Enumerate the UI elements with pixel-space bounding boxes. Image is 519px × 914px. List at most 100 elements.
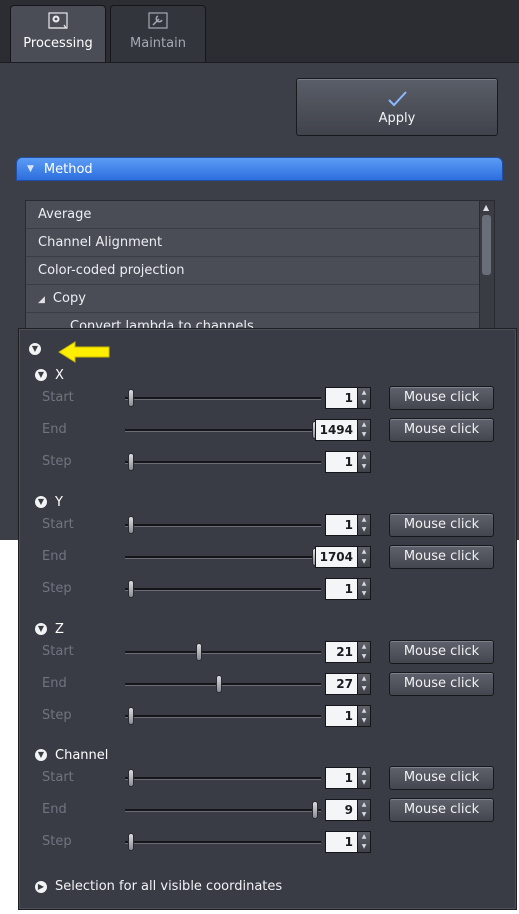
stepper-value[interactable]: 1704: [316, 547, 358, 567]
stepper-value[interactable]: 1: [326, 706, 358, 726]
slider-track: [125, 777, 321, 780]
slider-handle[interactable]: [216, 675, 223, 693]
slider-track: [125, 461, 321, 464]
stepper-value[interactable]: 1: [326, 768, 358, 788]
row-label: Step: [42, 454, 72, 469]
slider-y-step[interactable]: [125, 578, 321, 600]
row-label: End: [42, 676, 67, 691]
slider-handle[interactable]: [128, 833, 134, 851]
slider-y-end[interactable]: [125, 546, 321, 568]
list-item[interactable]: Channel Alignment: [26, 229, 494, 257]
collapse-icon: ▼: [35, 749, 47, 761]
collapse-icon: ▼: [35, 369, 47, 381]
row-label: Start: [42, 770, 74, 785]
mouse-click-button[interactable]: Mouse click: [389, 418, 494, 442]
mouse-click-button[interactable]: Mouse click: [389, 386, 494, 410]
apply-label: Apply: [378, 110, 416, 126]
slider-handle[interactable]: [128, 516, 134, 534]
spinner-arrows-icon[interactable]: ▲ ▼: [358, 388, 370, 408]
gear-icon: [48, 12, 68, 29]
slider-handle[interactable]: [128, 580, 134, 598]
spinner-arrows-icon[interactable]: ▲ ▼: [358, 579, 370, 599]
section-header-z[interactable]: ▼ Z: [35, 619, 64, 639]
mouse-click-button[interactable]: Mouse click: [389, 672, 494, 696]
slider-handle[interactable]: [128, 389, 134, 407]
stepper-value[interactable]: 1: [326, 452, 358, 472]
slider-x-step[interactable]: [125, 451, 321, 473]
slider-handle[interactable]: [128, 769, 134, 787]
stepper-value[interactable]: 9: [326, 800, 358, 820]
scrollbar[interactable]: ▲: [479, 201, 494, 329]
stepper-value[interactable]: 1: [326, 388, 358, 408]
number-stepper[interactable]: 1 ▲ ▼: [325, 705, 371, 727]
stepper-value[interactable]: 21: [326, 642, 358, 662]
spinner-arrows-icon[interactable]: ▲ ▼: [358, 832, 370, 852]
number-stepper[interactable]: 1494 ▲ ▼: [315, 419, 371, 441]
stepper-value[interactable]: 1: [326, 832, 358, 852]
spinner-arrows-icon[interactable]: ▲ ▼: [358, 800, 370, 820]
stepper-value[interactable]: 1: [326, 579, 358, 599]
number-stepper[interactable]: 1 ▲ ▼: [325, 831, 371, 853]
mouse-click-button[interactable]: Mouse click: [389, 640, 494, 664]
tab-bar: Processing Maintain: [0, 0, 519, 63]
list-item[interactable]: Average: [26, 201, 494, 229]
expand-triangle-icon: ◢: [38, 295, 45, 305]
slider-x-start[interactable]: [125, 387, 321, 409]
section-header-channel[interactable]: ▼ Channel: [35, 745, 108, 765]
spinner-arrows-icon[interactable]: ▲ ▼: [358, 674, 370, 694]
list-item-copy[interactable]: ◢ Copy: [26, 285, 494, 313]
spinner-arrows-icon[interactable]: ▲ ▼: [358, 452, 370, 472]
method-header[interactable]: ▼ Method: [16, 157, 503, 181]
mouse-click-button[interactable]: Mouse click: [389, 798, 494, 822]
stepper-value[interactable]: 1: [326, 515, 358, 535]
spinner-arrows-icon[interactable]: ▲ ▼: [358, 768, 370, 788]
checkmark-icon: [388, 90, 407, 106]
mouse-click-button[interactable]: Mouse click: [389, 545, 494, 569]
number-stepper[interactable]: 1 ▲ ▼: [325, 578, 371, 600]
slider-channel-end[interactable]: [125, 799, 321, 821]
slider-handle[interactable]: [128, 707, 134, 725]
mouse-click-button[interactable]: Mouse click: [389, 513, 494, 537]
section-header-y[interactable]: ▼ Y: [35, 492, 63, 512]
slider-handle[interactable]: [196, 643, 203, 661]
slider-handle[interactable]: [312, 801, 318, 819]
number-stepper[interactable]: 1 ▲ ▼: [325, 387, 371, 409]
selection-all-label: Selection for all visible coordinates: [55, 879, 283, 894]
section-header-x[interactable]: ▼ X: [35, 365, 64, 385]
section-title: Z: [55, 621, 64, 637]
section-title: Channel: [55, 747, 109, 763]
spinner-arrows-icon[interactable]: ▲ ▼: [358, 642, 370, 662]
number-stepper[interactable]: 1704 ▲ ▼: [315, 546, 371, 568]
slider-channel-start[interactable]: [125, 767, 321, 789]
spinner-arrows-icon[interactable]: ▲ ▼: [358, 547, 370, 567]
selection-all-row[interactable]: ▶ Selection for all visible coordinates: [35, 879, 282, 894]
spinner-arrows-icon[interactable]: ▲ ▼: [358, 515, 370, 535]
slider-z-end[interactable]: [125, 673, 321, 695]
scrollbar-thumb[interactable]: [482, 215, 491, 275]
spinner-arrows-icon[interactable]: ▲ ▼: [358, 706, 370, 726]
number-stepper[interactable]: 9 ▲ ▼: [325, 799, 371, 821]
tab-maintain[interactable]: Maintain: [110, 5, 206, 62]
tab-processing[interactable]: Processing: [10, 5, 106, 62]
subset-panel: ▼ ▼ X Start 1 ▲ ▼ Mouse click End 1494 ▲ ▼ Mouse cl…: [18, 328, 517, 910]
stepper-value[interactable]: 1494: [316, 420, 358, 440]
number-stepper[interactable]: 1 ▲ ▼: [325, 514, 371, 536]
number-stepper[interactable]: 1 ▲ ▼: [325, 451, 371, 473]
slider-y-start[interactable]: [125, 514, 321, 536]
slider-x-end[interactable]: [125, 419, 321, 441]
mouse-click-button[interactable]: Mouse click: [389, 766, 494, 790]
row-label: Start: [42, 517, 74, 532]
slider-handle[interactable]: [128, 453, 134, 471]
slider-z-start[interactable]: [125, 641, 321, 663]
slider-channel-step[interactable]: [125, 831, 321, 853]
spinner-arrows-icon[interactable]: ▲ ▼: [358, 420, 370, 440]
number-stepper[interactable]: 21 ▲ ▼: [325, 641, 371, 663]
slider-z-step[interactable]: [125, 705, 321, 727]
apply-button[interactable]: Apply: [296, 78, 498, 136]
number-stepper[interactable]: 1 ▲ ▼: [325, 767, 371, 789]
stepper-value[interactable]: 27: [326, 674, 358, 694]
slider-track: [125, 809, 321, 812]
collapse-icon[interactable]: ▼: [29, 343, 41, 355]
number-stepper[interactable]: 27 ▲ ▼: [325, 673, 371, 695]
list-item[interactable]: Color-coded projection: [26, 257, 494, 285]
